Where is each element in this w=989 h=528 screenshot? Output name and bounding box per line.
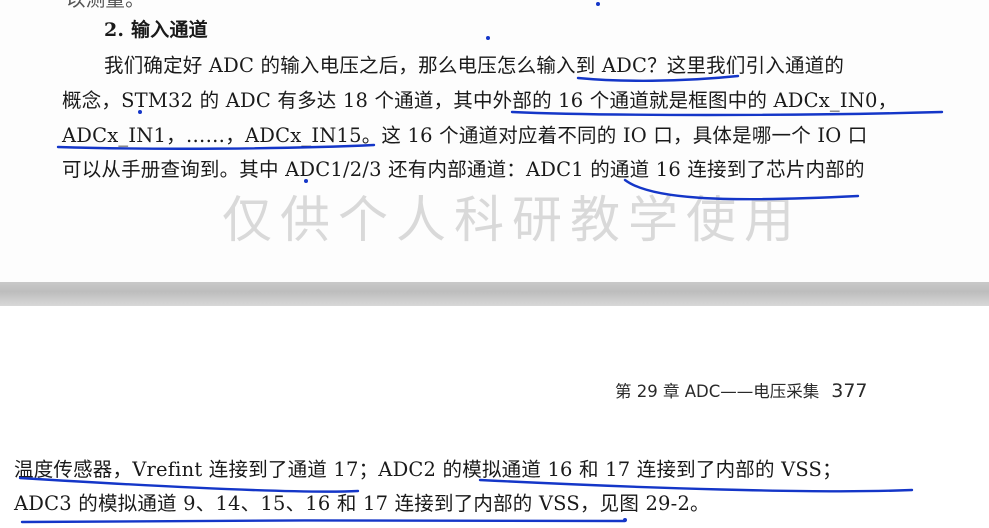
paragraph-line-4: 可以从手册查询到。其中 ADC1/2/3 还有内部通道：ADC1 的通道 16 … xyxy=(62,158,865,181)
paragraph-line-6: ADC3 的模拟通道 9、14、15、16 和 17 连接到了内部的 VSS，见… xyxy=(14,492,710,515)
chapter-title: 第 29 章 ADC——电压采集 xyxy=(615,382,820,401)
watermark: 仅供个人科研教学使用 xyxy=(222,191,802,249)
page-top: 以测量。 2. 输入通道 我们确定好 ADC 的输入电压之后，那么电压怎么输入到… xyxy=(0,0,989,282)
cut-line: 以测量。 xyxy=(66,0,145,12)
paragraph-line-5: 温度传感器，Vrefint 连接到了通道 17；ADC2 的模拟通道 16 和 … xyxy=(14,458,842,481)
page-number: 377 xyxy=(831,380,868,402)
paragraph-line-3: ADCx_IN1，……，ADCx_IN15。这 16 个通道对应着不同的 IO … xyxy=(62,124,868,147)
running-header: 第 29 章 ADC——电压采集 377 xyxy=(615,378,868,402)
page-bottom: 温度传感器，Vrefint 连接到了通道 17；ADC2 的模拟通道 16 和 … xyxy=(0,306,989,528)
paragraph-line-1: 我们确定好 ADC 的输入电压之后，那么电压怎么输入到 ADC？这里我们引入通道… xyxy=(104,54,845,77)
paragraph-line-2: 概念，STM32 的 ADC 有多达 18 个通道，其中外部的 16 个通道就是… xyxy=(62,89,898,112)
section-heading: 2. 输入通道 xyxy=(104,19,208,41)
page-gap xyxy=(0,282,989,306)
